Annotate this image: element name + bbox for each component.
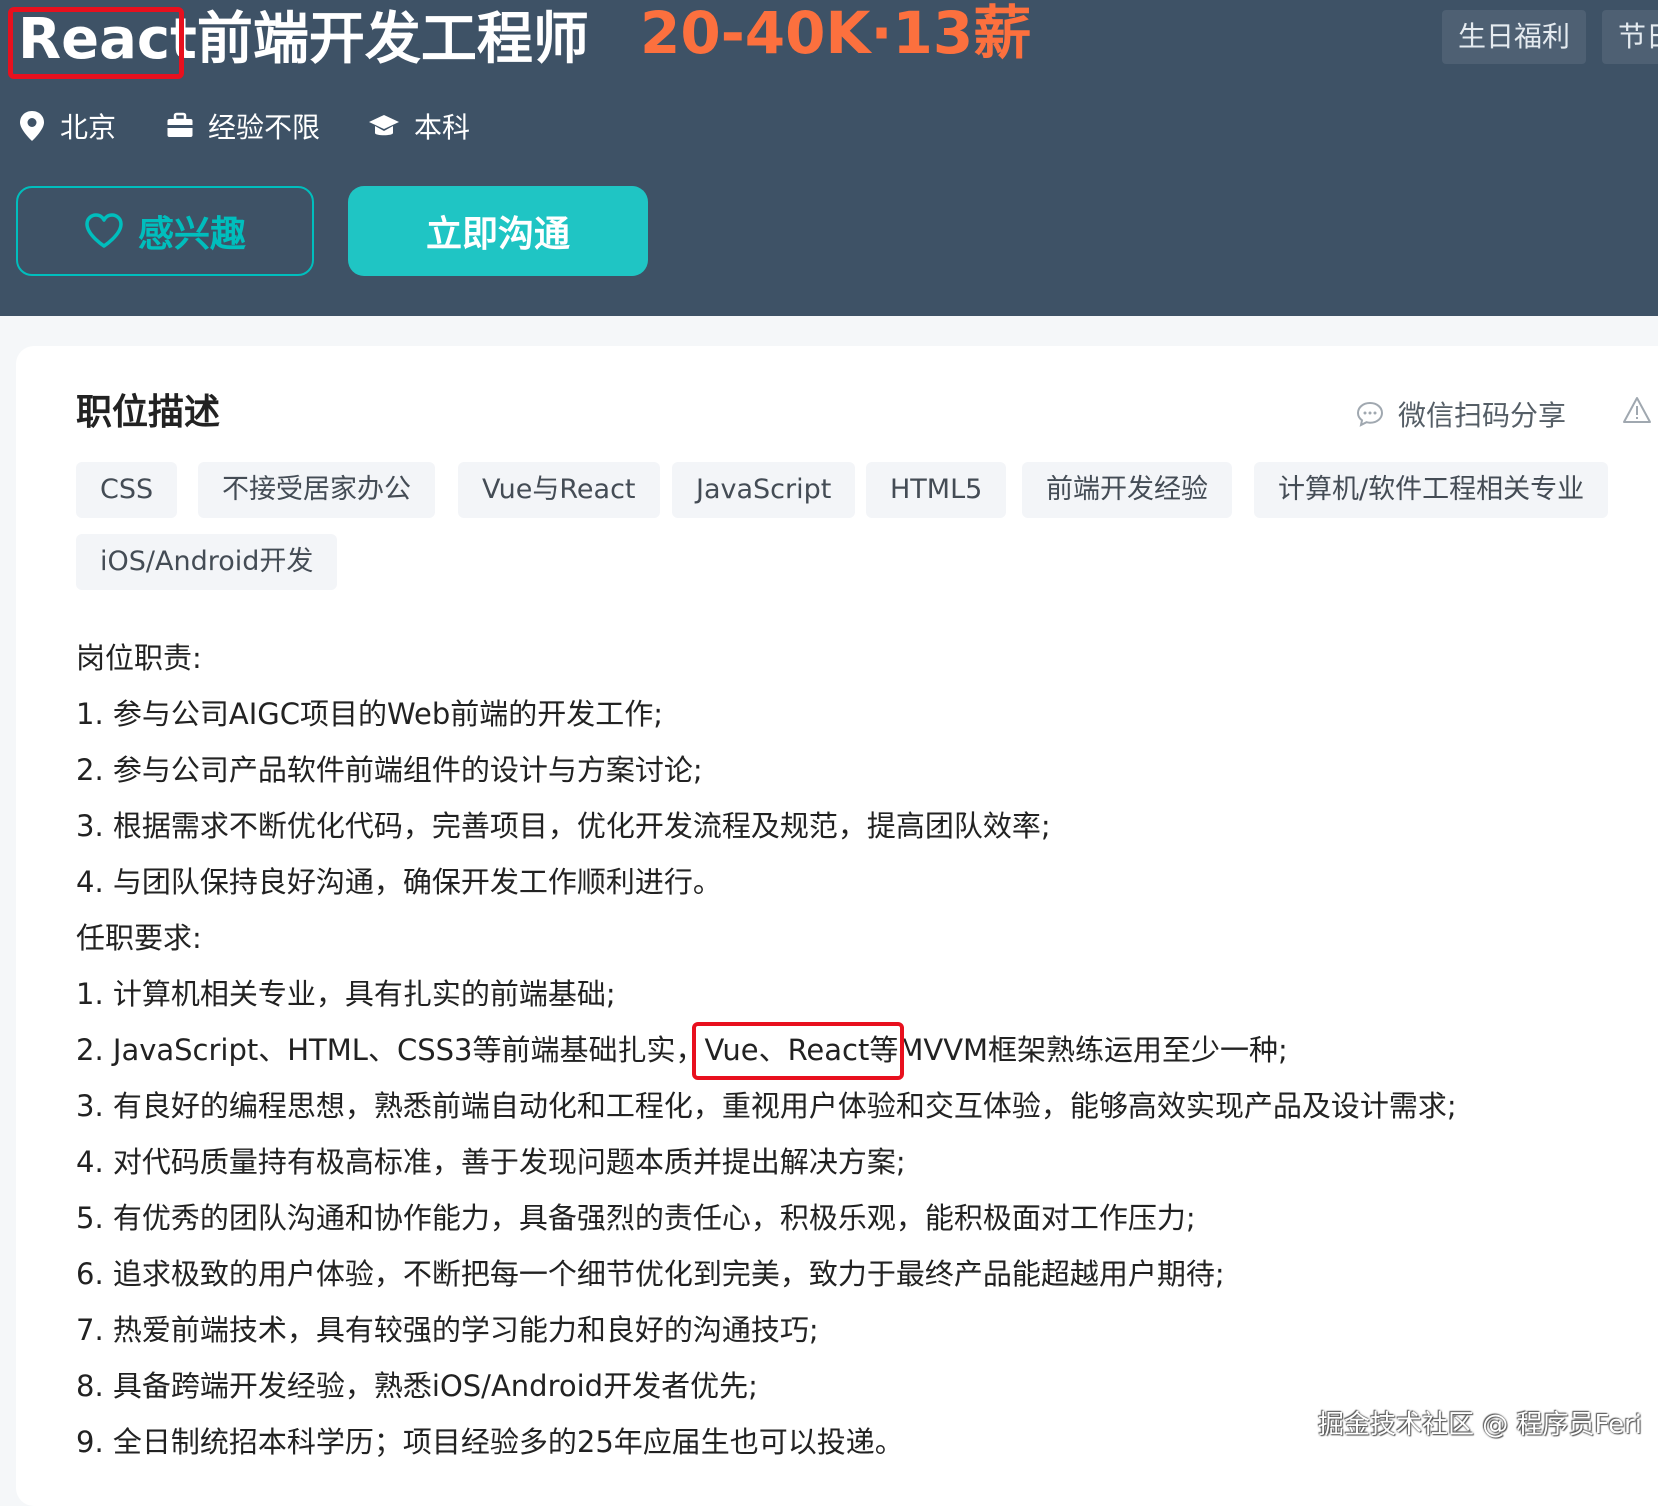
highlight-box-vue-react (692, 1022, 904, 1080)
job-header: React前端开发工程师 20-40K·13薪 生日福利 节日 北京 经验不限 … (0, 0, 1658, 316)
description-line: 3. 根据需求不断优化代码，完善项目，优化开发流程及规范，提高团队效率; (76, 809, 1051, 843)
heart-icon (85, 213, 123, 248)
skill-tag: JavaScript (672, 462, 856, 518)
description-line: 4. 与团队保持良好沟通，确保开发工作顺利进行。 (76, 865, 722, 899)
section-heading: 任职要求: (76, 921, 202, 955)
description-line: 8. 具备跨端开发经验，熟悉iOS/Android开发者优先; (76, 1369, 758, 1403)
skill-tag: 前端开发经验 (1022, 462, 1232, 518)
job-education: 本科 (368, 104, 470, 148)
section-title: 职位描述 (76, 392, 221, 433)
skill-tag: HTML5 (866, 462, 1007, 518)
description-line: 1. 参与公司AIGC项目的Web前端的开发工作; (76, 697, 663, 731)
section-heading: 岗位职责: (76, 641, 202, 675)
wechat-share-button[interactable]: 微信扫码分享 (1356, 392, 1566, 436)
chat-bubble-icon (1356, 401, 1384, 427)
salary: 20-40K·13薪 (640, 0, 1032, 67)
description-line: 5. 有优秀的团队沟通和协作能力，具备强烈的责任心，积极乐观，能积极面对工作压力… (76, 1201, 1196, 1235)
description-line: 7. 热爱前端技术，具有较强的学习能力和良好的沟通技巧; (76, 1313, 819, 1347)
skill-tag: iOS/Android开发 (76, 534, 338, 590)
skill-tag: CSS (76, 462, 178, 518)
skill-tag: 不接受居家办公 (198, 462, 435, 518)
skill-tag: Vue与React (458, 462, 660, 518)
warning-triangle-icon[interactable] (1622, 396, 1652, 424)
skill-tag: 计算机/软件工程相关专业 (1254, 462, 1609, 518)
job-location: 北京 (18, 104, 116, 148)
share-label: 微信扫码分享 (1398, 399, 1567, 432)
experience-text: 经验不限 (208, 111, 321, 144)
job-experience: 经验不限 (166, 104, 320, 148)
description-line: 3. 有良好的编程思想，熟悉前端自动化和工程化，重视用户体验和交互体验，能够高效… (76, 1089, 1457, 1123)
interest-button[interactable]: 感兴趣 (16, 186, 314, 276)
description-line: 2. JavaScript、HTML、CSS3等前端基础扎实，Vue、React… (76, 1033, 1288, 1067)
graduation-cap-icon (369, 115, 399, 136)
briefcase-icon (167, 112, 193, 137)
watermark: 掘金技术社区 @ 程序员Feri (1318, 1410, 1642, 1440)
description-line: 4. 对代码质量持有极高标准，善于发现问题本质并提出解决方案; (76, 1145, 906, 1179)
description-line: 2. 参与公司产品软件前端组件的设计与方案讨论; (76, 753, 703, 787)
description-line: 6. 追求极致的用户体验，不断把每一个细节优化到完美，致力于最终产品能超越用户期… (76, 1257, 1225, 1291)
location-text: 北京 (60, 111, 117, 144)
education-text: 本科 (414, 111, 471, 144)
description-line: 1. 计算机相关专业，具有扎实的前端基础; (76, 977, 616, 1011)
map-pin-icon (20, 111, 44, 141)
benefit-tag: 节日 (1602, 10, 1658, 64)
highlight-box-react-title (8, 7, 184, 79)
description-line: 9. 全日制统招本科学历；项目经验多的25年应届生也可以投递。 (76, 1425, 904, 1459)
chat-now-button[interactable]: 立即沟通 (348, 186, 648, 276)
interest-label: 感兴趣 (137, 214, 246, 255)
benefit-tag: 生日福利 (1442, 10, 1587, 64)
